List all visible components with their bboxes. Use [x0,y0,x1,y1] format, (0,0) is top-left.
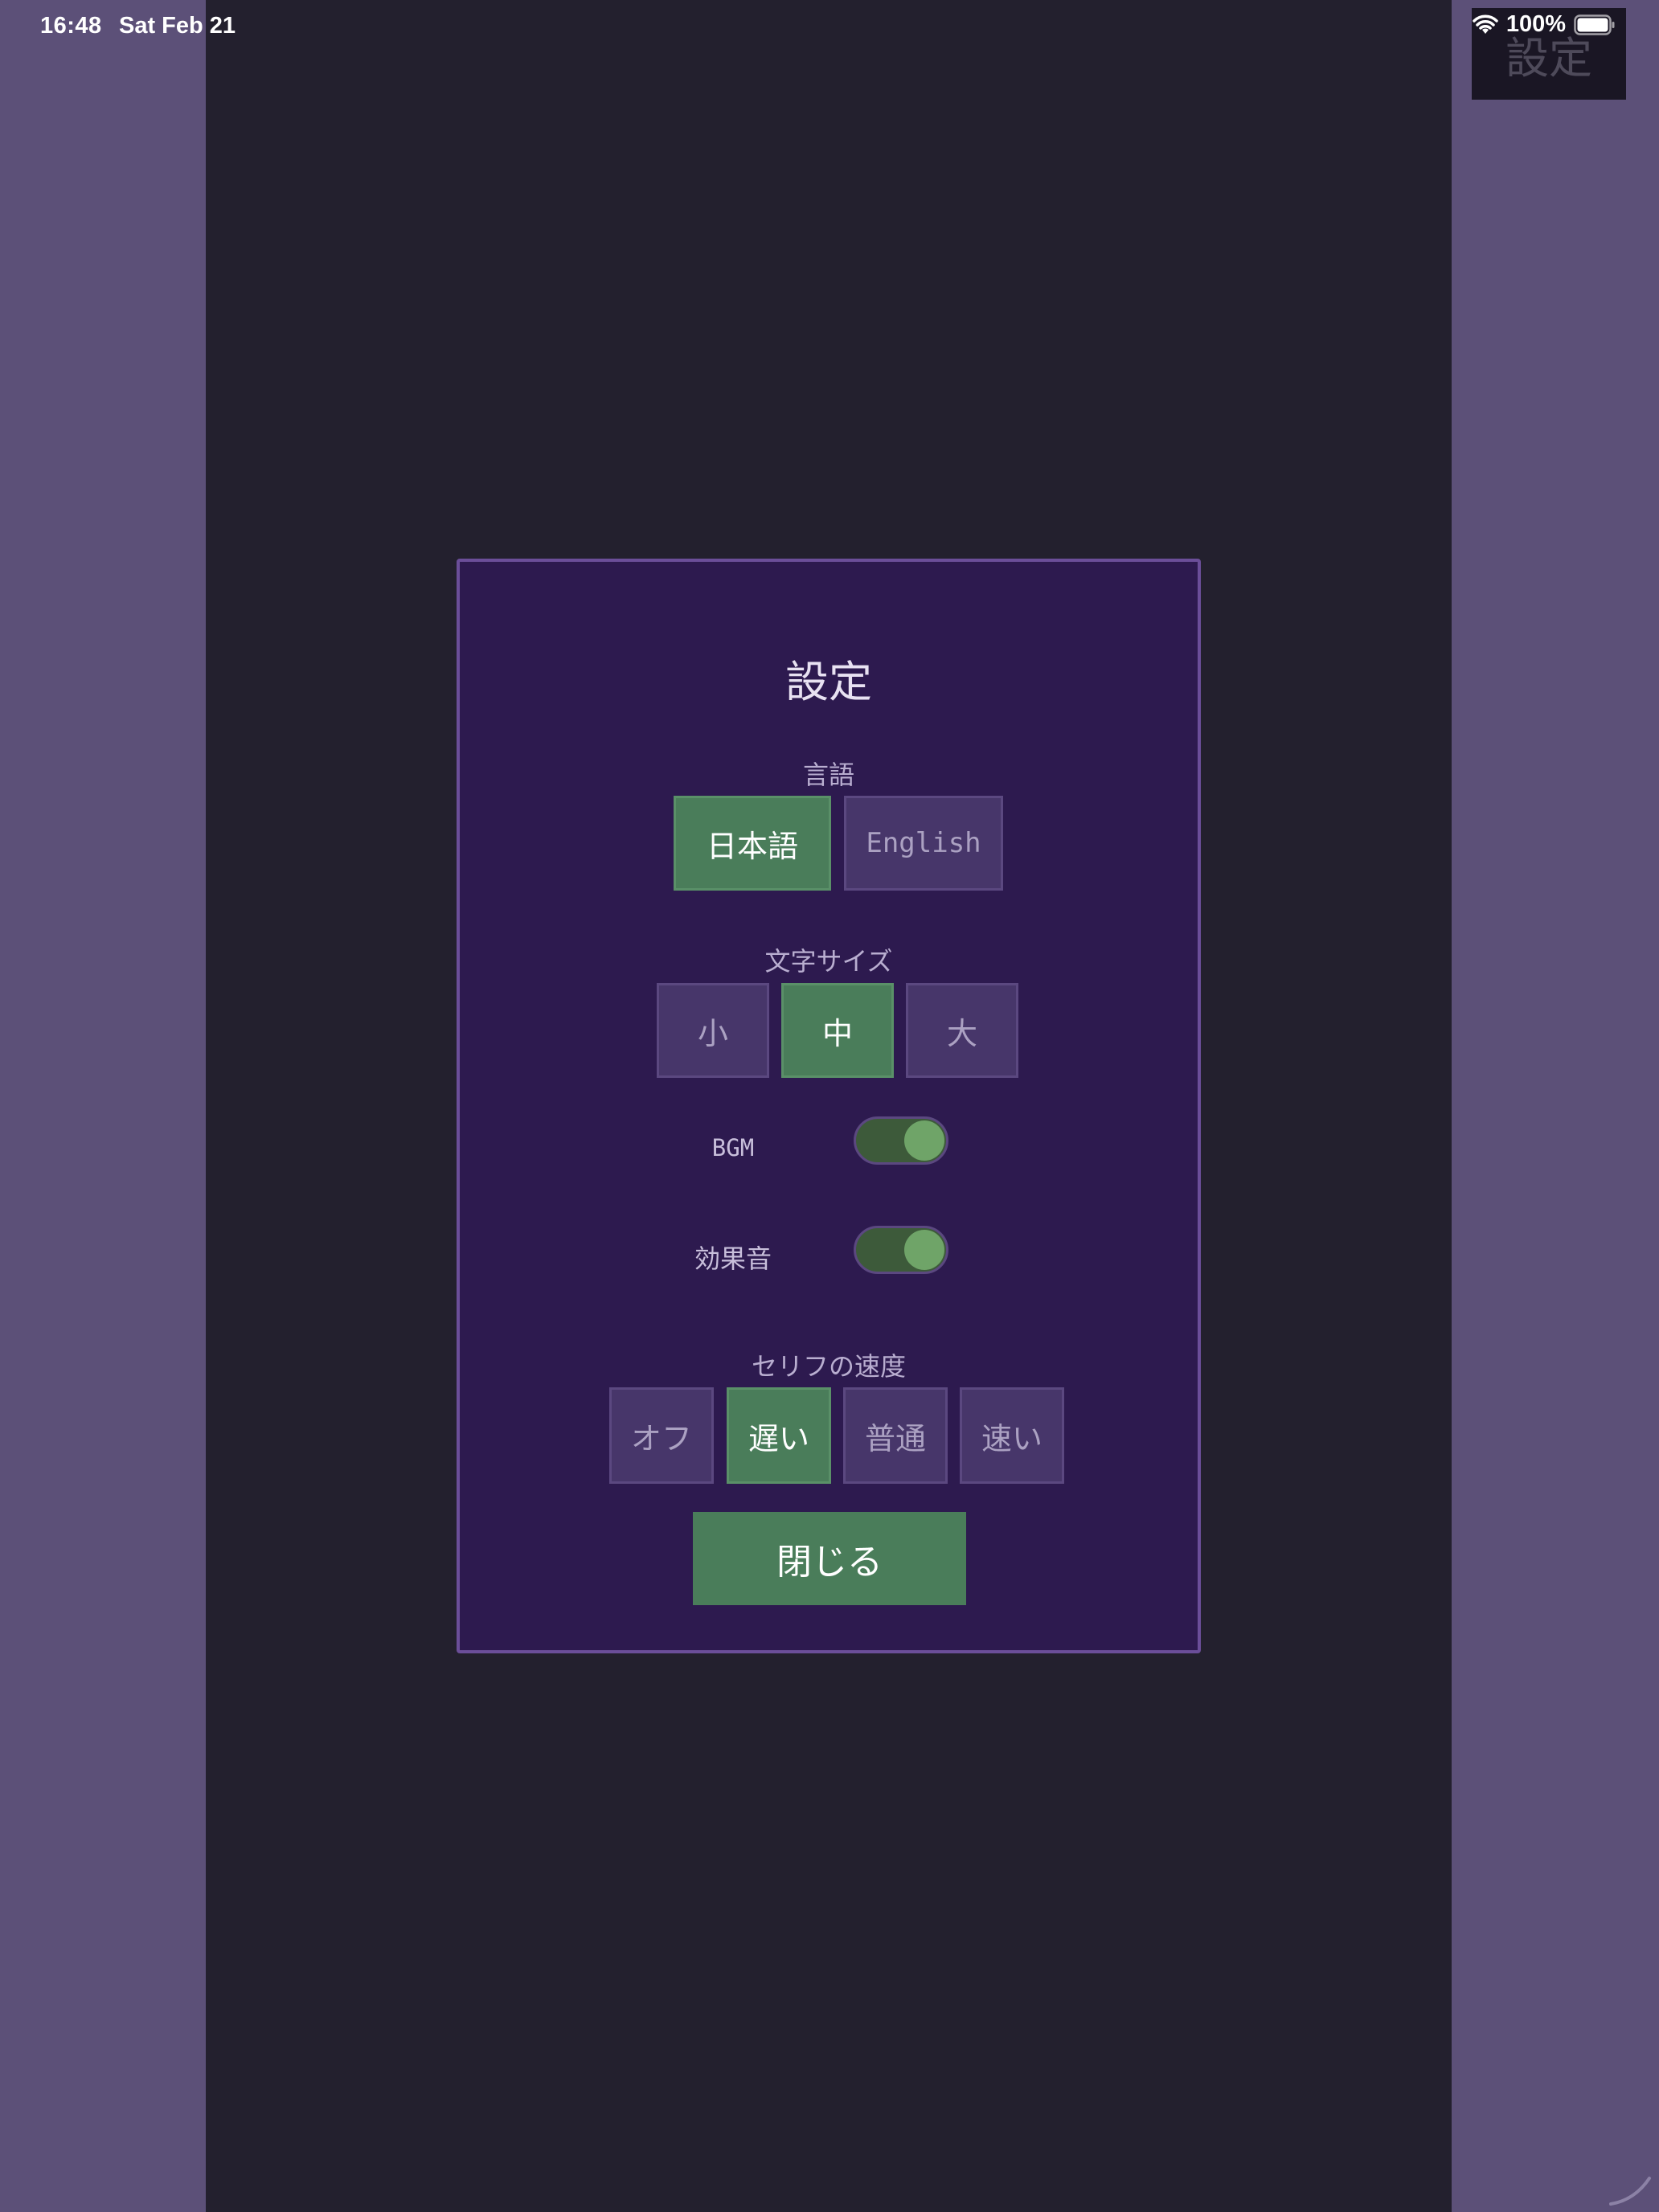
status-bar: 16:48 Sat Feb 21 100% [0,0,1659,51]
dialogue-speed-fast[interactable]: 速い [960,1387,1064,1484]
status-indicators: 100% [1473,11,1616,38]
status-date: Sat Feb 21 [119,13,236,39]
app-screen: 16:48 Sat Feb 21 100% 設定 設定 言語 日本語 Engli… [0,0,1659,2212]
wifi-icon [1473,14,1498,35]
battery-icon [1574,14,1616,35]
sfx-label: 効果音 [694,1243,772,1274]
settings-dialog: 設定 言語 日本語 English 文字サイズ 小 中 大 BGM 効果音 セリ… [457,559,1201,1653]
battery-percent: 100% [1505,11,1566,37]
dialogue-speed-slow[interactable]: 遅い [727,1387,831,1484]
sfx-toggle[interactable] [854,1226,948,1274]
text-size-large[interactable]: 大 [906,983,1018,1078]
dialogue-speed-normal[interactable]: 普通 [843,1387,948,1484]
bgm-toggle-knob [904,1120,944,1161]
language-option-japanese[interactable]: 日本語 [674,796,831,891]
sfx-toggle-knob [904,1230,944,1270]
bgm-label: BGM [711,1134,755,1161]
bgm-toggle[interactable] [854,1116,948,1165]
close-button[interactable]: 閉じる [693,1512,966,1605]
dialogue-speed-label: セリフの速度 [751,1351,906,1382]
language-option-english[interactable]: English [844,796,1003,891]
dialog-title: 設定 [785,657,872,707]
text-size-label: 文字サイズ [764,946,893,977]
text-size-small[interactable]: 小 [657,983,769,1078]
status-time: 16:48 [40,13,102,39]
dialogue-speed-off[interactable]: オフ [609,1387,714,1484]
home-gesture-corner-icon [1603,2156,1659,2212]
text-size-medium[interactable]: 中 [781,983,894,1078]
language-label: 言語 [802,760,854,790]
